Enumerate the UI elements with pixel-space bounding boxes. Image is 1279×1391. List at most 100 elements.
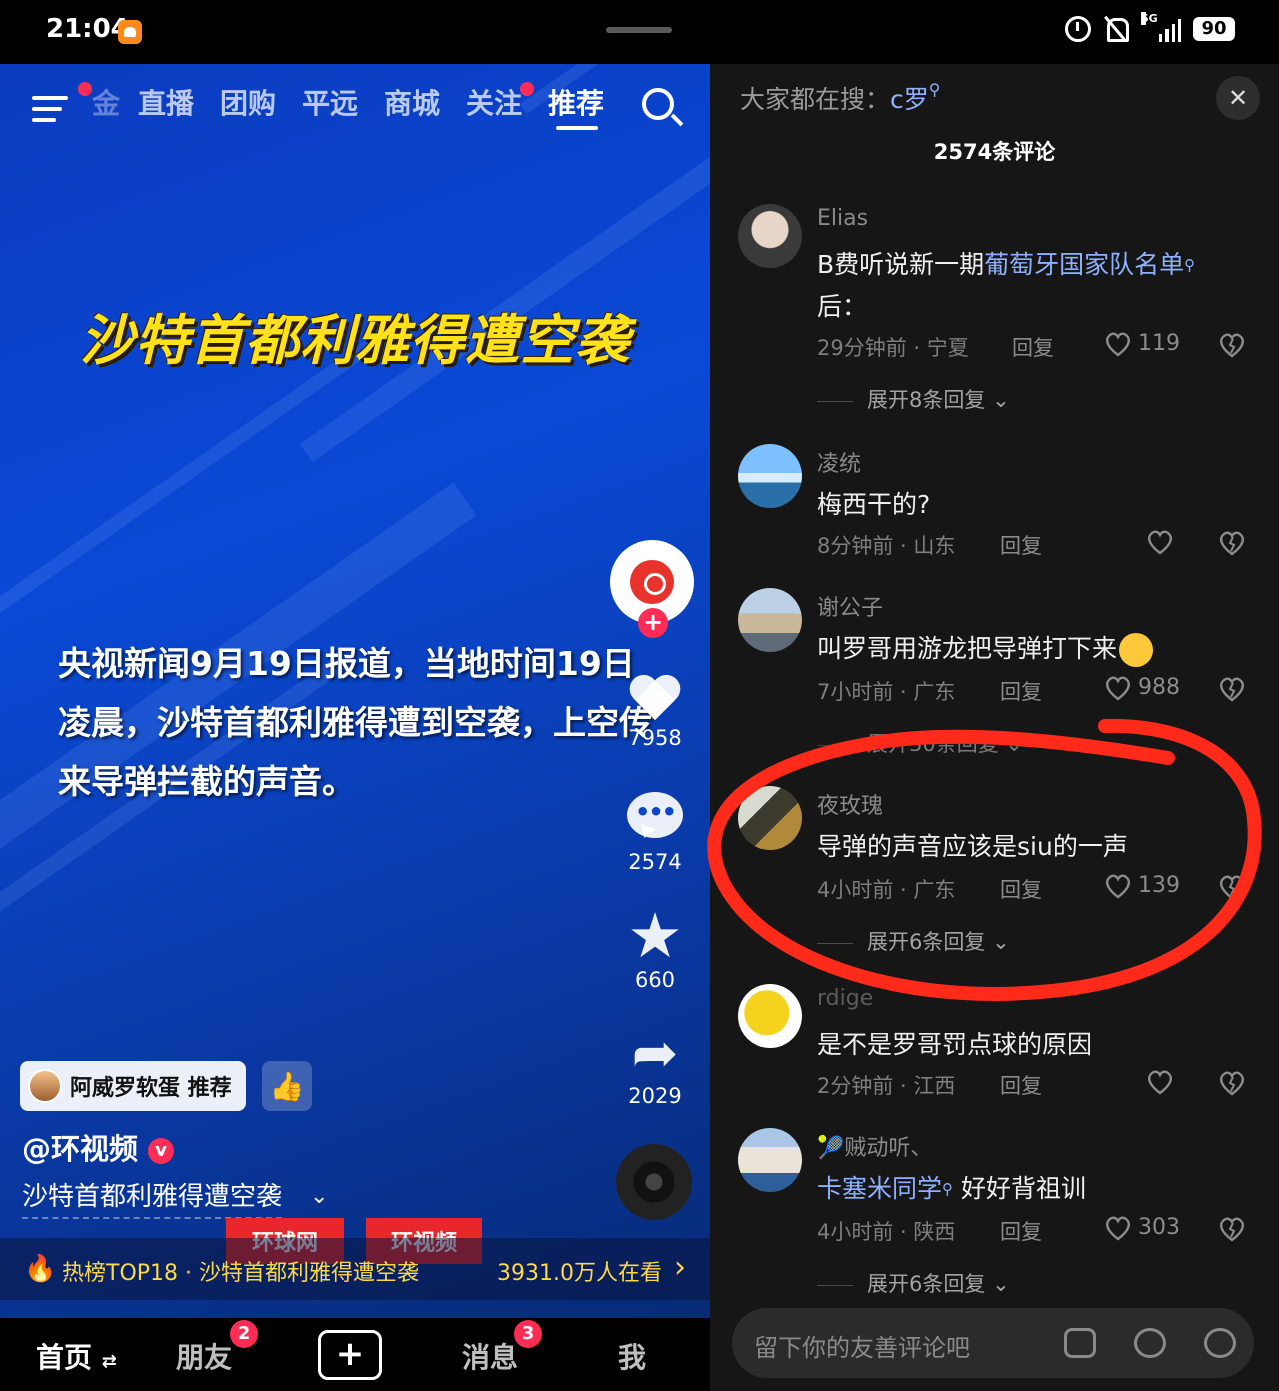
avatar[interactable] bbox=[738, 984, 802, 1048]
search-icon: ⚲ bbox=[1184, 256, 1196, 274]
comment-meta: 7小时前 · 广东 bbox=[817, 680, 956, 704]
notification-dot bbox=[78, 82, 92, 96]
reply-button[interactable]: 回复 bbox=[1000, 1070, 1042, 1100]
tab-cut-off[interactable]: 金 bbox=[92, 82, 120, 122]
tab-following[interactable]: 关注 bbox=[466, 82, 522, 122]
avatar[interactable] bbox=[738, 204, 802, 268]
comment-like-button[interactable] bbox=[1146, 1069, 1180, 1095]
avatar[interactable] bbox=[738, 786, 802, 850]
comment-input[interactable]: 留下你的友善评论吧 bbox=[732, 1308, 1254, 1378]
comment-text: 是不是罗哥罚点球的原因 bbox=[817, 1030, 1093, 1059]
music-disc-icon[interactable] bbox=[616, 1144, 692, 1220]
avatar[interactable] bbox=[738, 444, 802, 508]
comment-search-link[interactable]: 葡萄牙国家队名单 bbox=[984, 250, 1184, 279]
share-count: 2029 bbox=[628, 1084, 682, 1108]
reply-button[interactable]: 回复 bbox=[1000, 676, 1042, 706]
comment-total: 2574条评论 bbox=[933, 140, 1056, 164]
tab-messages[interactable]: 消息 bbox=[462, 1336, 518, 1376]
dislike-icon[interactable] bbox=[1218, 874, 1246, 900]
favorite-count: 660 bbox=[634, 968, 676, 992]
tab-live[interactable]: 直播 bbox=[138, 82, 194, 122]
trending-keyword[interactable]: c罗 bbox=[890, 85, 929, 114]
comment-like-button[interactable]: 988 bbox=[1104, 675, 1180, 701]
comment-author[interactable]: 谢公子 bbox=[817, 590, 883, 622]
chevron-down-icon: ⌄ bbox=[1005, 732, 1024, 756]
at-mention-icon[interactable] bbox=[1134, 1328, 1166, 1358]
comments-panel: 大家都在搜：c罗⚲ ✕ 2574条评论 Elias B费听说新一期葡萄牙国家队名… bbox=[710, 64, 1279, 1391]
dislike-icon[interactable] bbox=[1218, 1216, 1246, 1242]
search-icon: ⚲ bbox=[942, 1180, 954, 1198]
chevron-down-icon: ⌄ bbox=[992, 1272, 1010, 1296]
tab-home-label: 首页 bbox=[36, 1341, 93, 1374]
tab-mall[interactable]: 商城 bbox=[384, 82, 440, 122]
close-button[interactable]: ✕ bbox=[1216, 76, 1260, 120]
comment-like-button[interactable]: 303 bbox=[1104, 1215, 1180, 1241]
expand-replies-label: 展开8条回复 bbox=[867, 388, 986, 412]
thumbs-up-icon[interactable]: 👍 bbox=[262, 1061, 312, 1111]
expand-replies[interactable]: 展开30条回复 ⌄ bbox=[817, 728, 1023, 758]
tab-local[interactable]: 平远 bbox=[302, 82, 358, 122]
share-arrow-icon: ➦ bbox=[631, 1021, 679, 1086]
side-actions: + 7958 2574 ★ 660 ➦ 2029 bbox=[600, 64, 710, 1391]
comment-search-link[interactable]: 卡塞米同学 bbox=[817, 1174, 942, 1203]
recommend-chip[interactable]: 阿威罗软蛋 推荐 bbox=[20, 1061, 246, 1111]
dislike-icon[interactable] bbox=[1218, 332, 1246, 358]
tab-me[interactable]: 我 bbox=[618, 1336, 646, 1376]
menu-icon[interactable] bbox=[32, 96, 68, 122]
video-player[interactable]: 金 直播 团购 平远 商城 关注 推荐 沙特首都利雅得遭空袭 央视新闻9月19日… bbox=[0, 64, 710, 1391]
reply-button[interactable]: 回复 bbox=[1000, 874, 1042, 904]
comment-text: B费听说新一期葡萄牙国家队名单⚲ 后： bbox=[817, 244, 1237, 328]
comment-author[interactable]: 凌统 bbox=[817, 446, 861, 478]
comment-button[interactable]: 2574 bbox=[600, 792, 710, 874]
hot-list-bar[interactable]: 🔥 热榜TOP18 · 沙特首都利雅得遭空袭 3931.0万人在看 › bbox=[0, 1238, 710, 1300]
comment-text: 叫罗哥用游龙把导弹打下来 bbox=[817, 628, 1237, 670]
emoji-icon[interactable] bbox=[1204, 1328, 1236, 1358]
follow-plus-icon[interactable]: + bbox=[638, 608, 668, 638]
comment-meta: 4小时前 · 广东 bbox=[817, 878, 956, 902]
verified-icon: v bbox=[148, 1138, 175, 1164]
create-post-button[interactable]: + bbox=[318, 1330, 382, 1380]
friends-badge: 2 bbox=[230, 1320, 258, 1348]
tab-friends[interactable]: 朋友 bbox=[176, 1336, 232, 1376]
expand-replies[interactable]: 展开8条回复 ⌄ bbox=[817, 384, 1010, 414]
battery-icon: 90 bbox=[1193, 17, 1235, 41]
comment-like-button[interactable]: 119 bbox=[1104, 331, 1180, 357]
comment-author[interactable]: 夜玫瑰 bbox=[817, 788, 883, 820]
comment-like-count: 988 bbox=[1138, 675, 1180, 700]
image-icon[interactable] bbox=[1064, 1328, 1096, 1358]
recommend-text: 阿威罗软蛋 推荐 bbox=[70, 1076, 232, 1101]
like-button[interactable]: 7958 bbox=[600, 676, 710, 750]
multi-window-handle[interactable] bbox=[606, 27, 672, 33]
comment-count: 2574 bbox=[628, 850, 682, 874]
avatar[interactable] bbox=[738, 588, 802, 652]
tab-recommended[interactable]: 推荐 bbox=[548, 82, 604, 122]
chevron-down-icon[interactable]: ⌄ bbox=[310, 1184, 328, 1209]
comment-author[interactable]: Elias bbox=[817, 206, 868, 231]
reply-button[interactable]: 回复 bbox=[1012, 332, 1054, 362]
dislike-icon[interactable] bbox=[1218, 1070, 1246, 1096]
comment-meta: 29分钟前 · 宁夏 bbox=[817, 336, 969, 360]
comment-like-button[interactable] bbox=[1146, 529, 1180, 555]
favorite-button[interactable]: ★ 660 bbox=[600, 905, 710, 993]
expand-replies[interactable]: 展开6条回复 ⌄ bbox=[817, 926, 1010, 956]
comment-author[interactable]: rdige bbox=[817, 986, 873, 1011]
network-type: 5G bbox=[1141, 12, 1158, 25]
share-button[interactable]: ➦ 2029 bbox=[600, 1021, 710, 1109]
video-caption[interactable]: 沙特首都利雅得遭空袭 bbox=[22, 1176, 283, 1219]
expand-replies[interactable]: 展开6条回复 ⌄ bbox=[817, 1268, 1010, 1298]
dislike-icon[interactable] bbox=[1218, 676, 1246, 702]
author-name[interactable]: @环视频 v bbox=[22, 1126, 175, 1168]
avatar[interactable] bbox=[738, 1128, 802, 1192]
comment-meta: 4小时前 · 陕西 bbox=[817, 1220, 956, 1244]
comment-like-button[interactable]: 139 bbox=[1104, 873, 1180, 899]
author-handle[interactable]: @环视频 bbox=[22, 1132, 138, 1166]
tab-home[interactable]: 首页 ⇄ bbox=[36, 1336, 117, 1376]
tab-groupbuy[interactable]: 团购 bbox=[220, 82, 276, 122]
trending-search[interactable]: 大家都在搜：c罗⚲ bbox=[740, 80, 940, 116]
chevron-right-icon: › bbox=[674, 1250, 686, 1285]
comment-author[interactable]: 🎾贼动听、 bbox=[817, 1130, 932, 1162]
author-avatar[interactable]: + bbox=[610, 540, 694, 638]
reply-button[interactable]: 回复 bbox=[1000, 530, 1042, 560]
reply-button[interactable]: 回复 bbox=[1000, 1216, 1042, 1246]
dislike-icon[interactable] bbox=[1218, 530, 1246, 556]
